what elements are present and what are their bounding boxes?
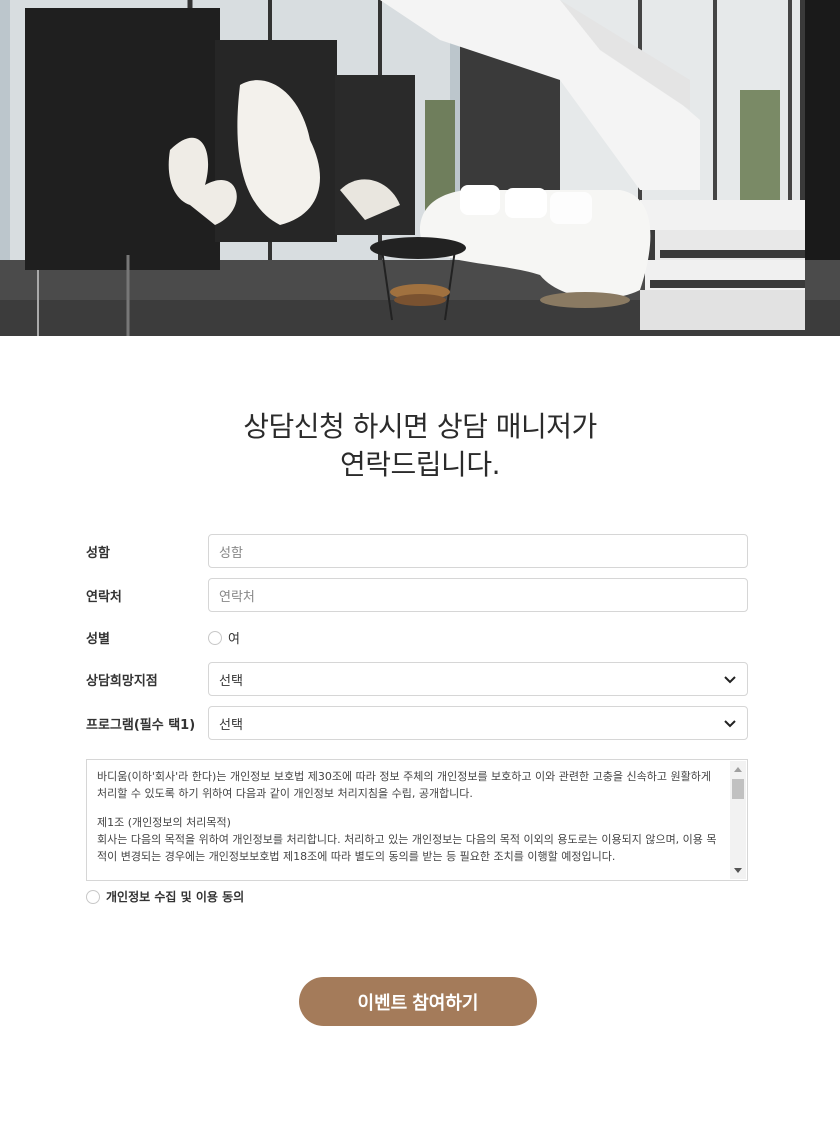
phone-row: 연락처 연락처 bbox=[86, 578, 748, 613]
program-selected-value: 선택 bbox=[219, 717, 243, 733]
hero-illustration bbox=[0, 0, 840, 336]
program-select[interactable]: 선택 bbox=[208, 706, 748, 740]
program-row: 프로그램(필수 택1) 선택 bbox=[86, 706, 748, 741]
terms-article-title: 제1조 (개인정보의 처리목적) bbox=[97, 816, 231, 829]
phone-label: 연락처 bbox=[86, 590, 122, 605]
name-row: 성함 성함 bbox=[86, 534, 748, 569]
page-headline: 상담신청 하시면 상담 매니저가 연락드립니다. bbox=[0, 408, 840, 484]
submit-button[interactable]: 이벤트 참여하기 bbox=[299, 977, 537, 1026]
scroll-thumb[interactable] bbox=[732, 779, 744, 799]
hero-image bbox=[0, 0, 840, 336]
branch-select[interactable]: 선택 bbox=[208, 662, 748, 696]
phone-input[interactable]: 연락처 bbox=[208, 578, 748, 612]
gender-radio[interactable] bbox=[208, 630, 222, 645]
headline-line-1: 상담신청 하시면 상담 매니저가 bbox=[243, 410, 597, 443]
name-input[interactable]: 성함 bbox=[208, 534, 748, 568]
gender-option-label: 여 bbox=[228, 632, 240, 647]
agree-radio[interactable] bbox=[86, 889, 100, 904]
scroll-down-arrow-icon[interactable] bbox=[734, 868, 742, 873]
gender-row: 성별 여 bbox=[86, 626, 748, 647]
branch-selected-value: 선택 bbox=[219, 673, 243, 689]
scroll-up-arrow-icon[interactable] bbox=[734, 767, 742, 772]
branch-label: 상담희망지점 bbox=[86, 674, 158, 689]
chevron-down-icon bbox=[724, 676, 736, 684]
name-label: 성함 bbox=[86, 546, 110, 561]
agree-label: 개인정보 수집 및 이용 동의 bbox=[106, 890, 245, 904]
headline-line-2: 연락드립니다. bbox=[340, 448, 500, 481]
gender-label: 성별 bbox=[86, 632, 110, 647]
branch-row: 상담희망지점 선택 bbox=[86, 662, 748, 697]
privacy-terms-text: 바디움(이하'회사'라 한다)는 개인정보 보호법 제30조에 따라 정보 주체… bbox=[97, 768, 717, 865]
terms-intro: 바디움(이하'회사'라 한다)는 개인정보 보호법 제30조에 따라 정보 주체… bbox=[97, 770, 711, 800]
gender-option-female[interactable]: 여 bbox=[208, 628, 240, 647]
program-label: 프로그램(필수 택1) bbox=[86, 718, 196, 733]
chevron-down-icon bbox=[724, 720, 736, 728]
terms-article-body: 회사는 다음의 목적을 위하여 개인정보를 처리합니다. 처리하고 있는 개인정… bbox=[97, 833, 717, 863]
terms-scrollbar[interactable] bbox=[730, 761, 746, 879]
privacy-agree[interactable]: 개인정보 수집 및 이용 동의 bbox=[86, 888, 244, 905]
privacy-terms-box[interactable]: 바디움(이하'회사'라 한다)는 개인정보 보호법 제30조에 따라 정보 주체… bbox=[86, 759, 748, 881]
